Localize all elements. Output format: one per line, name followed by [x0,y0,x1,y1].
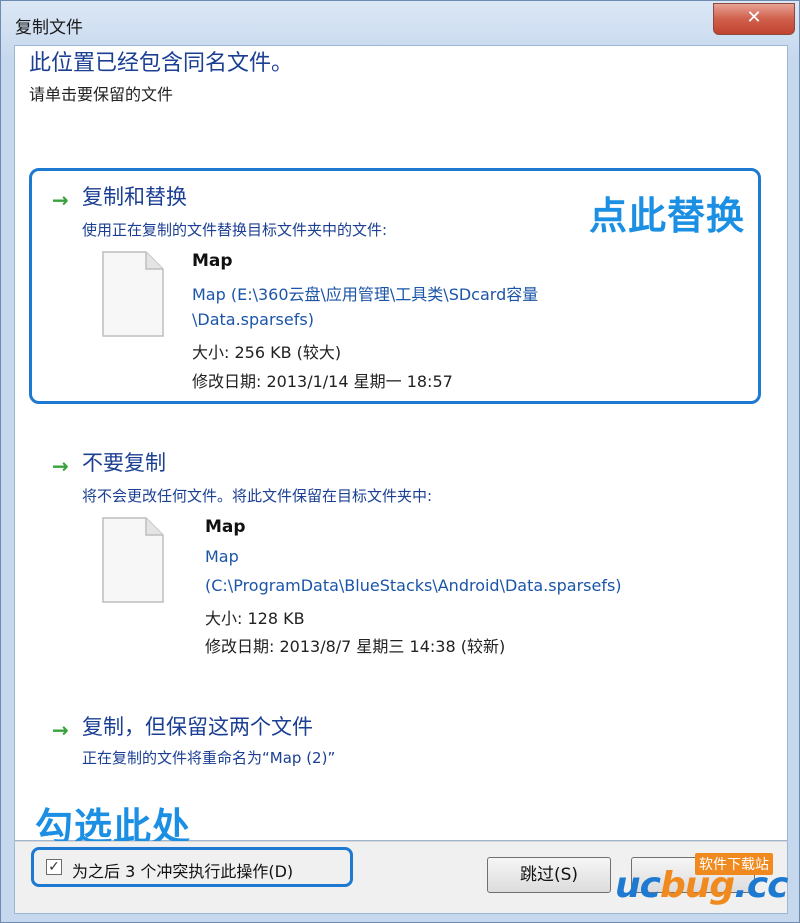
option-title: 不要复制 [82,451,166,475]
title-bar: 复制文件 ✕ [1,1,800,45]
option-description: 使用正在复制的文件替换目标文件夹中的文件: [82,221,388,239]
page-title: 此位置已经包含同名文件。 [29,51,294,76]
file-path: Map (E:\360云盘\应用管理\工具类\SDcard容量 [192,285,539,304]
copy-file-dialog: 复制文件 ✕ 此位置已经包含同名文件。 请单击要保留的文件 → 复制和替换 使用… [0,0,800,923]
file-modified-date: 修改日期: 2013/8/7 星期三 14:38 (较新) [205,637,506,656]
instruction-text: 请单击要保留的文件 [29,85,174,104]
close-button[interactable]: ✕ [713,3,795,35]
option-dont-copy[interactable]: → 不要复制 将不会更改任何文件。将此文件保留在目标文件夹中: Map Map … [29,437,761,673]
option-description: 将不会更改任何文件。将此文件保留在目标文件夹中: [82,487,433,505]
watermark-uc: uc [615,865,661,906]
skip-button[interactable]: 跳过(S) [487,857,611,893]
file-icon [102,251,164,337]
option-title: 复制，但保留这两个文件 [82,715,313,739]
file-path-continued: (C:\ProgramData\BlueStacks\Android\Data.… [205,576,622,595]
green-arrow-icon: → [52,188,69,212]
watermark-cc: .cc [734,865,788,906]
apply-all-highlight: ✓ 为之后 3 个冲突执行此操作(D) [31,847,353,887]
apply-all-label[interactable]: 为之后 3 个冲突执行此操作(D) [72,858,293,882]
watermark-logo: ucbug.cc [615,865,789,906]
file-name: Map [205,517,246,537]
file-size: 大小: 128 KB [205,609,305,628]
green-arrow-icon: → [52,454,69,478]
file-name: Map [192,251,233,271]
window-title: 复制文件 [15,18,83,38]
file-modified-date: 修改日期: 2013/1/14 星期一 18:57 [192,372,453,391]
option-description: 正在复制的文件将重命名为“Map (2)” [82,749,336,767]
apply-all-checkbox[interactable]: ✓ [46,859,62,875]
option-title: 复制和替换 [82,185,187,209]
file-path-continued: \Data.sparsefs) [192,310,314,329]
file-icon [102,517,164,603]
green-arrow-icon: → [52,718,69,742]
annotation-replace: 点此替换 [589,194,746,238]
watermark-bug: bug [659,865,735,906]
file-size: 大小: 256 KB (较大) [192,343,342,362]
file-path: Map [205,547,239,566]
option-keep-both[interactable]: → 复制，但保留这两个文件 正在复制的文件将重命名为“Map (2)” [29,701,761,781]
